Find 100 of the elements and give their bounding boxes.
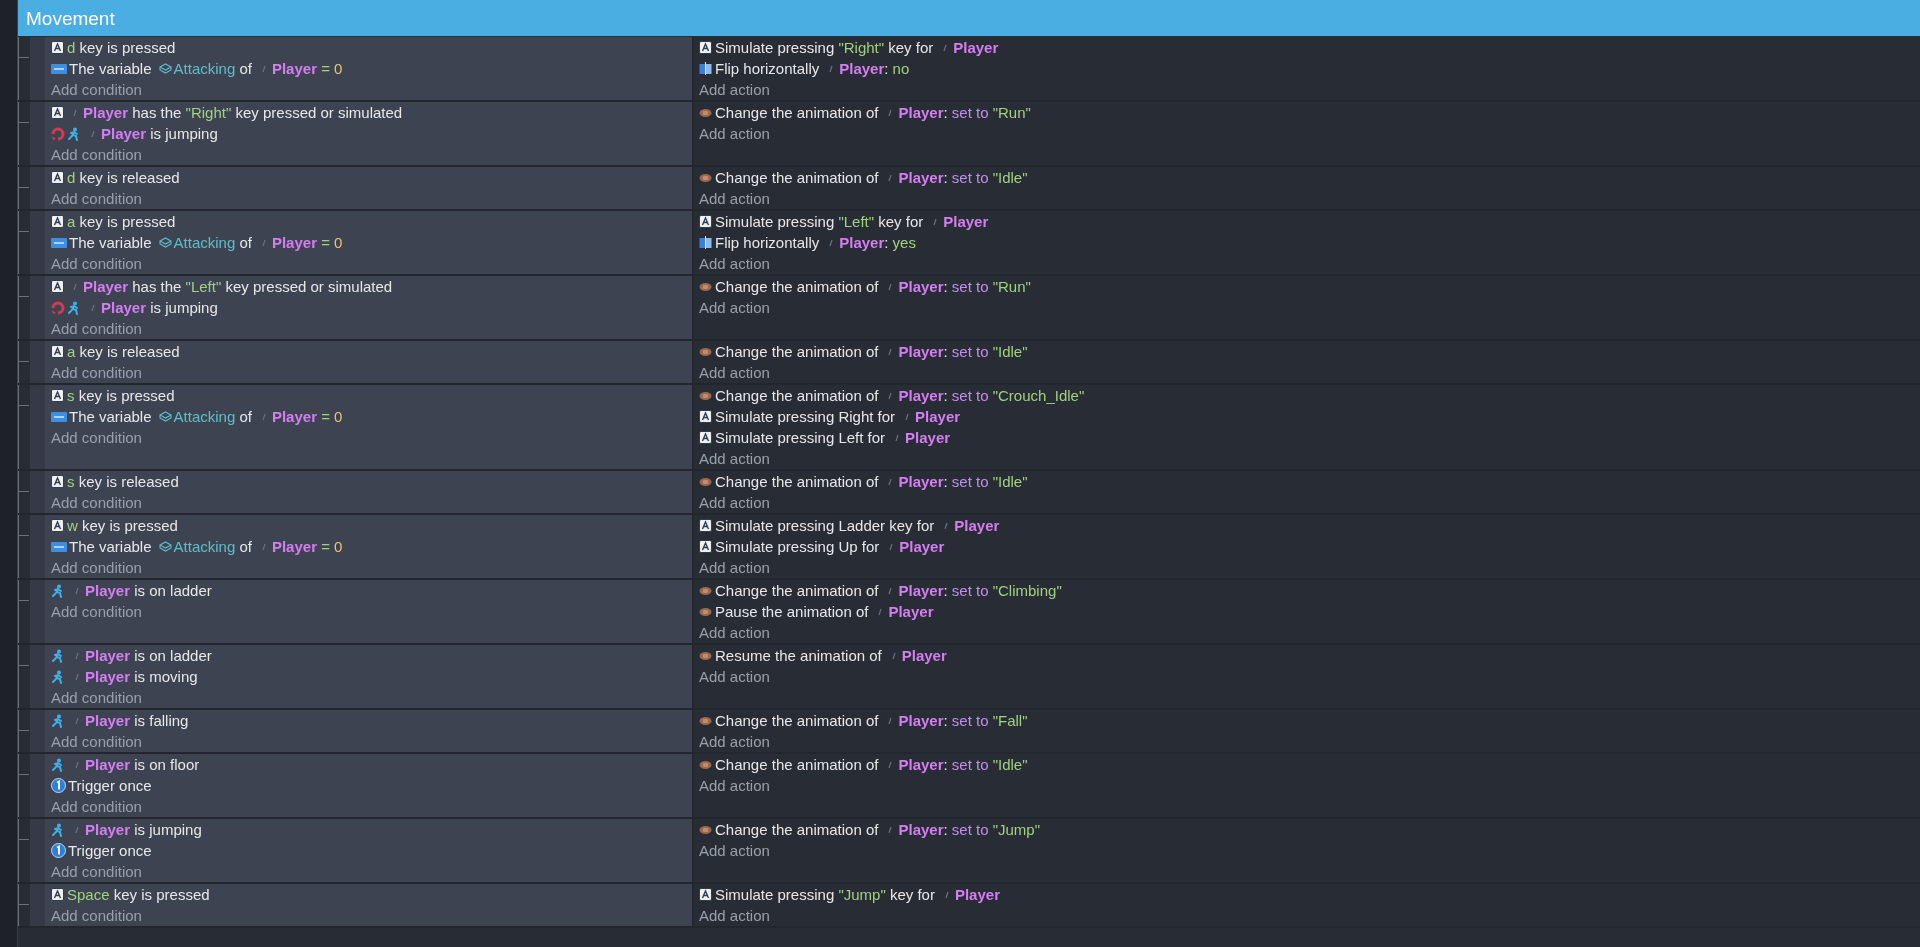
add-action-link[interactable]: Add action [699, 79, 770, 100]
add-condition-link[interactable]: Add condition [51, 253, 142, 274]
condition-text[interactable]: Player = 0 [271, 58, 343, 79]
condition-text[interactable]: s key is released [67, 471, 179, 492]
action-text[interactable]: Player: set to "Crouch_Idle" [898, 385, 1085, 406]
add-action-link[interactable]: Add action [699, 731, 770, 752]
event-drag-handle[interactable] [30, 385, 45, 469]
event-drag-handle[interactable] [30, 645, 45, 708]
action-text[interactable]: Player [954, 884, 1000, 905]
action-text[interactable]: Simulate pressing "Jump" key for [715, 884, 935, 905]
condition-text[interactable]: Player is on floor [85, 754, 200, 775]
event-drag-handle[interactable] [30, 341, 45, 383]
action-text[interactable]: Pause the animation of [715, 601, 869, 622]
condition-text[interactable]: Player is jumping [101, 123, 218, 144]
condition-text[interactable]: Space key is pressed [67, 884, 210, 905]
add-action-link[interactable]: Add action [699, 297, 770, 318]
action-text[interactable]: Player: set to "Run" [898, 276, 1031, 297]
condition-text[interactable]: d key is released [67, 167, 180, 188]
condition-text[interactable]: Attacking of [173, 536, 252, 557]
action-text[interactable]: Simulate pressing Right for [715, 406, 896, 427]
action-text[interactable]: Player [899, 536, 945, 557]
action-text[interactable]: Change the animation of [715, 710, 879, 731]
condition-text[interactable]: The variable [69, 232, 152, 253]
add-condition-link[interactable]: Add condition [51, 188, 142, 209]
event-drag-handle[interactable] [30, 884, 45, 926]
add-condition-link[interactable]: Add condition [51, 601, 142, 622]
condition-text[interactable]: Attacking of [173, 232, 252, 253]
action-text[interactable]: Change the animation of [715, 385, 879, 406]
condition-text[interactable]: Player = 0 [271, 536, 343, 557]
action-text[interactable]: Player: set to "Run" [898, 102, 1031, 123]
action-text[interactable]: Player [901, 645, 947, 666]
action-text[interactable]: Change the animation of [715, 341, 879, 362]
add-condition-link[interactable]: Add condition [51, 144, 142, 165]
action-text[interactable]: Simulate pressing Up for [715, 536, 880, 557]
add-condition-link[interactable]: Add condition [51, 318, 142, 339]
action-text[interactable]: Player: yes [839, 232, 916, 253]
add-action-link[interactable]: Add action [699, 557, 770, 578]
action-text[interactable]: Change the animation of [715, 819, 879, 840]
action-text[interactable]: Player: set to "Idle" [898, 754, 1028, 775]
condition-text[interactable]: Player has the "Right" key pressed or simulated [83, 102, 403, 123]
condition-text[interactable]: The variable [69, 58, 152, 79]
action-text[interactable]: Player: no [839, 58, 910, 79]
action-text[interactable]: Player: set to "Idle" [898, 341, 1028, 362]
add-action-link[interactable]: Add action [699, 840, 770, 861]
add-condition-link[interactable]: Add condition [51, 362, 142, 383]
condition-text[interactable]: Player = 0 [271, 406, 343, 427]
add-action-link[interactable]: Add action [699, 188, 770, 209]
action-text[interactable]: Player [905, 427, 951, 448]
condition-text[interactable]: d key is pressed [67, 37, 176, 58]
action-text[interactable]: Player: set to "Fall" [898, 710, 1028, 731]
action-text[interactable]: Change the animation of [715, 580, 879, 601]
add-action-link[interactable]: Add action [699, 448, 770, 469]
condition-text[interactable]: Trigger once [68, 775, 152, 796]
action-text[interactable]: Change the animation of [715, 754, 879, 775]
action-text[interactable]: Player: set to "Idle" [898, 167, 1028, 188]
action-text[interactable]: Player: set to "Climbing" [898, 580, 1062, 601]
action-text[interactable]: Change the animation of [715, 471, 879, 492]
add-condition-link[interactable]: Add condition [51, 861, 142, 882]
add-action-link[interactable]: Add action [699, 362, 770, 383]
condition-text[interactable]: Player = 0 [271, 232, 343, 253]
condition-text[interactable]: Player is jumping [101, 297, 218, 318]
action-text[interactable]: Simulate pressing "Left" key for [715, 211, 924, 232]
add-condition-link[interactable]: Add condition [51, 687, 142, 708]
condition-text[interactable]: Trigger once [68, 840, 152, 861]
event-drag-handle[interactable] [30, 754, 45, 817]
action-text[interactable]: Resume the animation of [715, 645, 882, 666]
action-text[interactable]: Player [915, 406, 961, 427]
action-text[interactable]: Player [953, 37, 999, 58]
action-text[interactable]: Flip horizontally [715, 58, 820, 79]
event-drag-handle[interactable] [30, 167, 45, 209]
condition-text[interactable]: s key is pressed [67, 385, 175, 406]
condition-text[interactable]: Attacking of [173, 58, 252, 79]
add-condition-link[interactable]: Add condition [51, 79, 142, 100]
event-drag-handle[interactable] [30, 471, 45, 513]
condition-text[interactable]: w key is pressed [67, 515, 178, 536]
add-condition-link[interactable]: Add condition [51, 557, 142, 578]
event-drag-handle[interactable] [30, 102, 45, 165]
action-text[interactable]: Player [943, 211, 989, 232]
add-action-link[interactable]: Add action [699, 492, 770, 513]
condition-text[interactable]: a key is released [67, 341, 180, 362]
add-condition-link[interactable]: Add condition [51, 731, 142, 752]
condition-text[interactable]: a key is pressed [67, 211, 176, 232]
add-action-link[interactable]: Add action [699, 666, 770, 687]
event-drag-handle[interactable] [30, 515, 45, 578]
add-action-link[interactable]: Add action [699, 775, 770, 796]
action-text[interactable]: Simulate pressing Ladder key for [715, 515, 935, 536]
add-action-link[interactable]: Add action [699, 622, 770, 643]
event-drag-handle[interactable] [30, 37, 45, 100]
add-condition-link[interactable]: Add condition [51, 905, 142, 926]
action-text[interactable]: Change the animation of [715, 167, 879, 188]
condition-text[interactable]: The variable [69, 406, 152, 427]
action-text[interactable]: Simulate pressing Left for [715, 427, 886, 448]
add-action-link[interactable]: Add action [699, 905, 770, 926]
condition-text[interactable]: Player has the "Left" key pressed or simulated [83, 276, 393, 297]
condition-text[interactable]: Attacking of [173, 406, 252, 427]
action-text[interactable]: Player: set to "Jump" [898, 819, 1041, 840]
action-text[interactable]: Flip horizontally [715, 232, 820, 253]
action-text[interactable]: Player [954, 515, 1000, 536]
condition-text[interactable]: Player is jumping [85, 819, 202, 840]
action-text[interactable]: Change the animation of [715, 276, 879, 297]
